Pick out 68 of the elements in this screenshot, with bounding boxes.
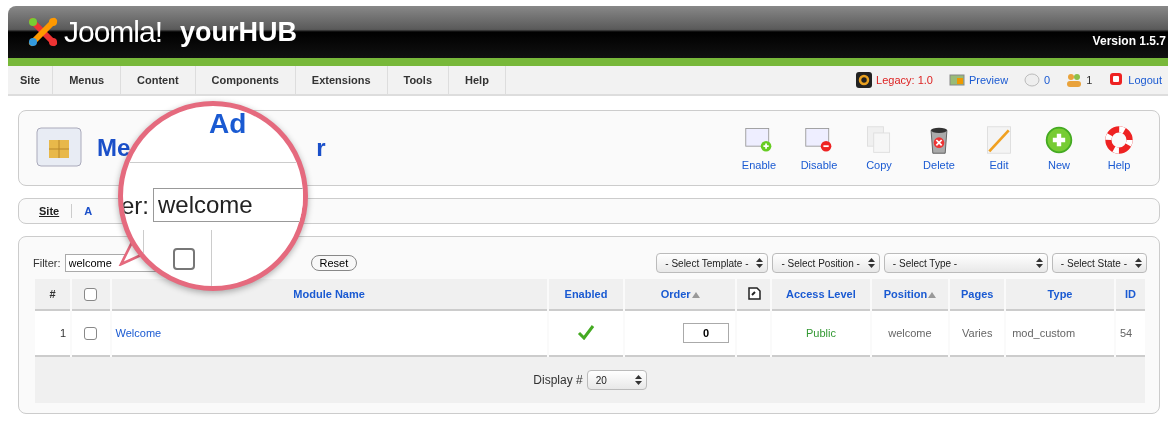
enable-button[interactable]: Enable [731,125,787,171]
column-header: # [49,288,56,300]
column-header-link[interactable]: Type [1047,288,1073,300]
reset-button[interactable]: Reset [310,255,358,271]
caret-icon [634,375,642,385]
caret-icon [1135,258,1142,268]
filter-label: Filter: [33,257,61,269]
column-header-link[interactable]: Order [660,288,691,300]
disable-button[interactable]: Disable [791,125,847,171]
page-title: Me [97,134,131,162]
new-button[interactable]: New [1031,125,1087,171]
order-field[interactable]: 0 [683,323,730,343]
magnified-heading: Ad [209,108,247,140]
users-link[interactable]: 1 [1086,74,1093,86]
delete-button[interactable]: Delete [911,125,967,171]
caret-icon [867,258,875,268]
select-dropdown[interactable]: - Select Template - [656,253,769,273]
menu-item[interactable]: Extensions [295,66,388,94]
help-button[interactable]: Help [1091,125,1147,171]
version-label: Version 1.5.7 [1092,34,1166,48]
menu-item[interactable]: Tools [387,66,449,94]
checkbox[interactable] [84,326,98,340]
menu-item[interactable]: Help [449,66,506,94]
table-cell: 54 [1119,327,1133,339]
row-title-link[interactable]: Welcome [115,327,162,339]
help-icon [1104,125,1134,155]
checkbox[interactable] [84,287,98,301]
message-icon [1024,72,1041,88]
legacy-link[interactable]: Legacy: 1.0 [876,74,933,86]
sort-ascending-icon [691,292,700,298]
logout-link[interactable]: Logout [1128,74,1162,86]
column-header-link[interactable]: Module Name [293,288,365,300]
select-dropdown[interactable]: - Select State - [1051,253,1147,273]
sort-ascending-icon [928,292,937,298]
caret-icon [756,258,764,268]
submenu-tab[interactable]: A [84,205,93,217]
caret-icon [1035,258,1043,268]
menu-item[interactable]: Menus [53,66,122,94]
copy-button[interactable]: Copy [851,125,907,171]
logout-icon [1108,72,1125,88]
table-cell: mod_custom [1012,327,1076,339]
menu-item[interactable]: Content [121,66,196,94]
site-name: yourHUB [180,16,298,48]
row-number: 1 [60,327,67,339]
logo-wordmark: Joomla! [64,15,163,49]
save-order-icon[interactable] [745,285,762,301]
table-cell: welcome [888,327,932,339]
column-header-link[interactable]: ID [1124,288,1136,300]
edit-icon [984,125,1014,155]
picture-icon [948,72,965,88]
table-cell: Varies [962,327,993,339]
magnified-filter-field[interactable]: welcome [153,188,303,222]
logo-icon [26,15,60,49]
display-count-select[interactable]: 20 [586,370,647,390]
menu-item[interactable]: Components [195,66,296,94]
menu-item[interactable]: Site [8,66,54,94]
display-label: Display # [533,373,583,387]
check-icon[interactable] [576,324,595,340]
edit-button[interactable]: Edit [971,125,1027,171]
select-dropdown[interactable]: - Select Position - [772,253,880,273]
preview-link[interactable]: Preview [968,74,1009,86]
messages-link[interactable]: 0 [1044,74,1051,86]
users-icon [1066,72,1083,88]
submenu-tab[interactable]: Site [39,205,60,217]
new-icon [1044,125,1074,155]
access-value[interactable]: Public [805,327,836,339]
page-title: r [316,134,326,162]
select-dropdown[interactable]: - Select Type - [883,253,1048,273]
